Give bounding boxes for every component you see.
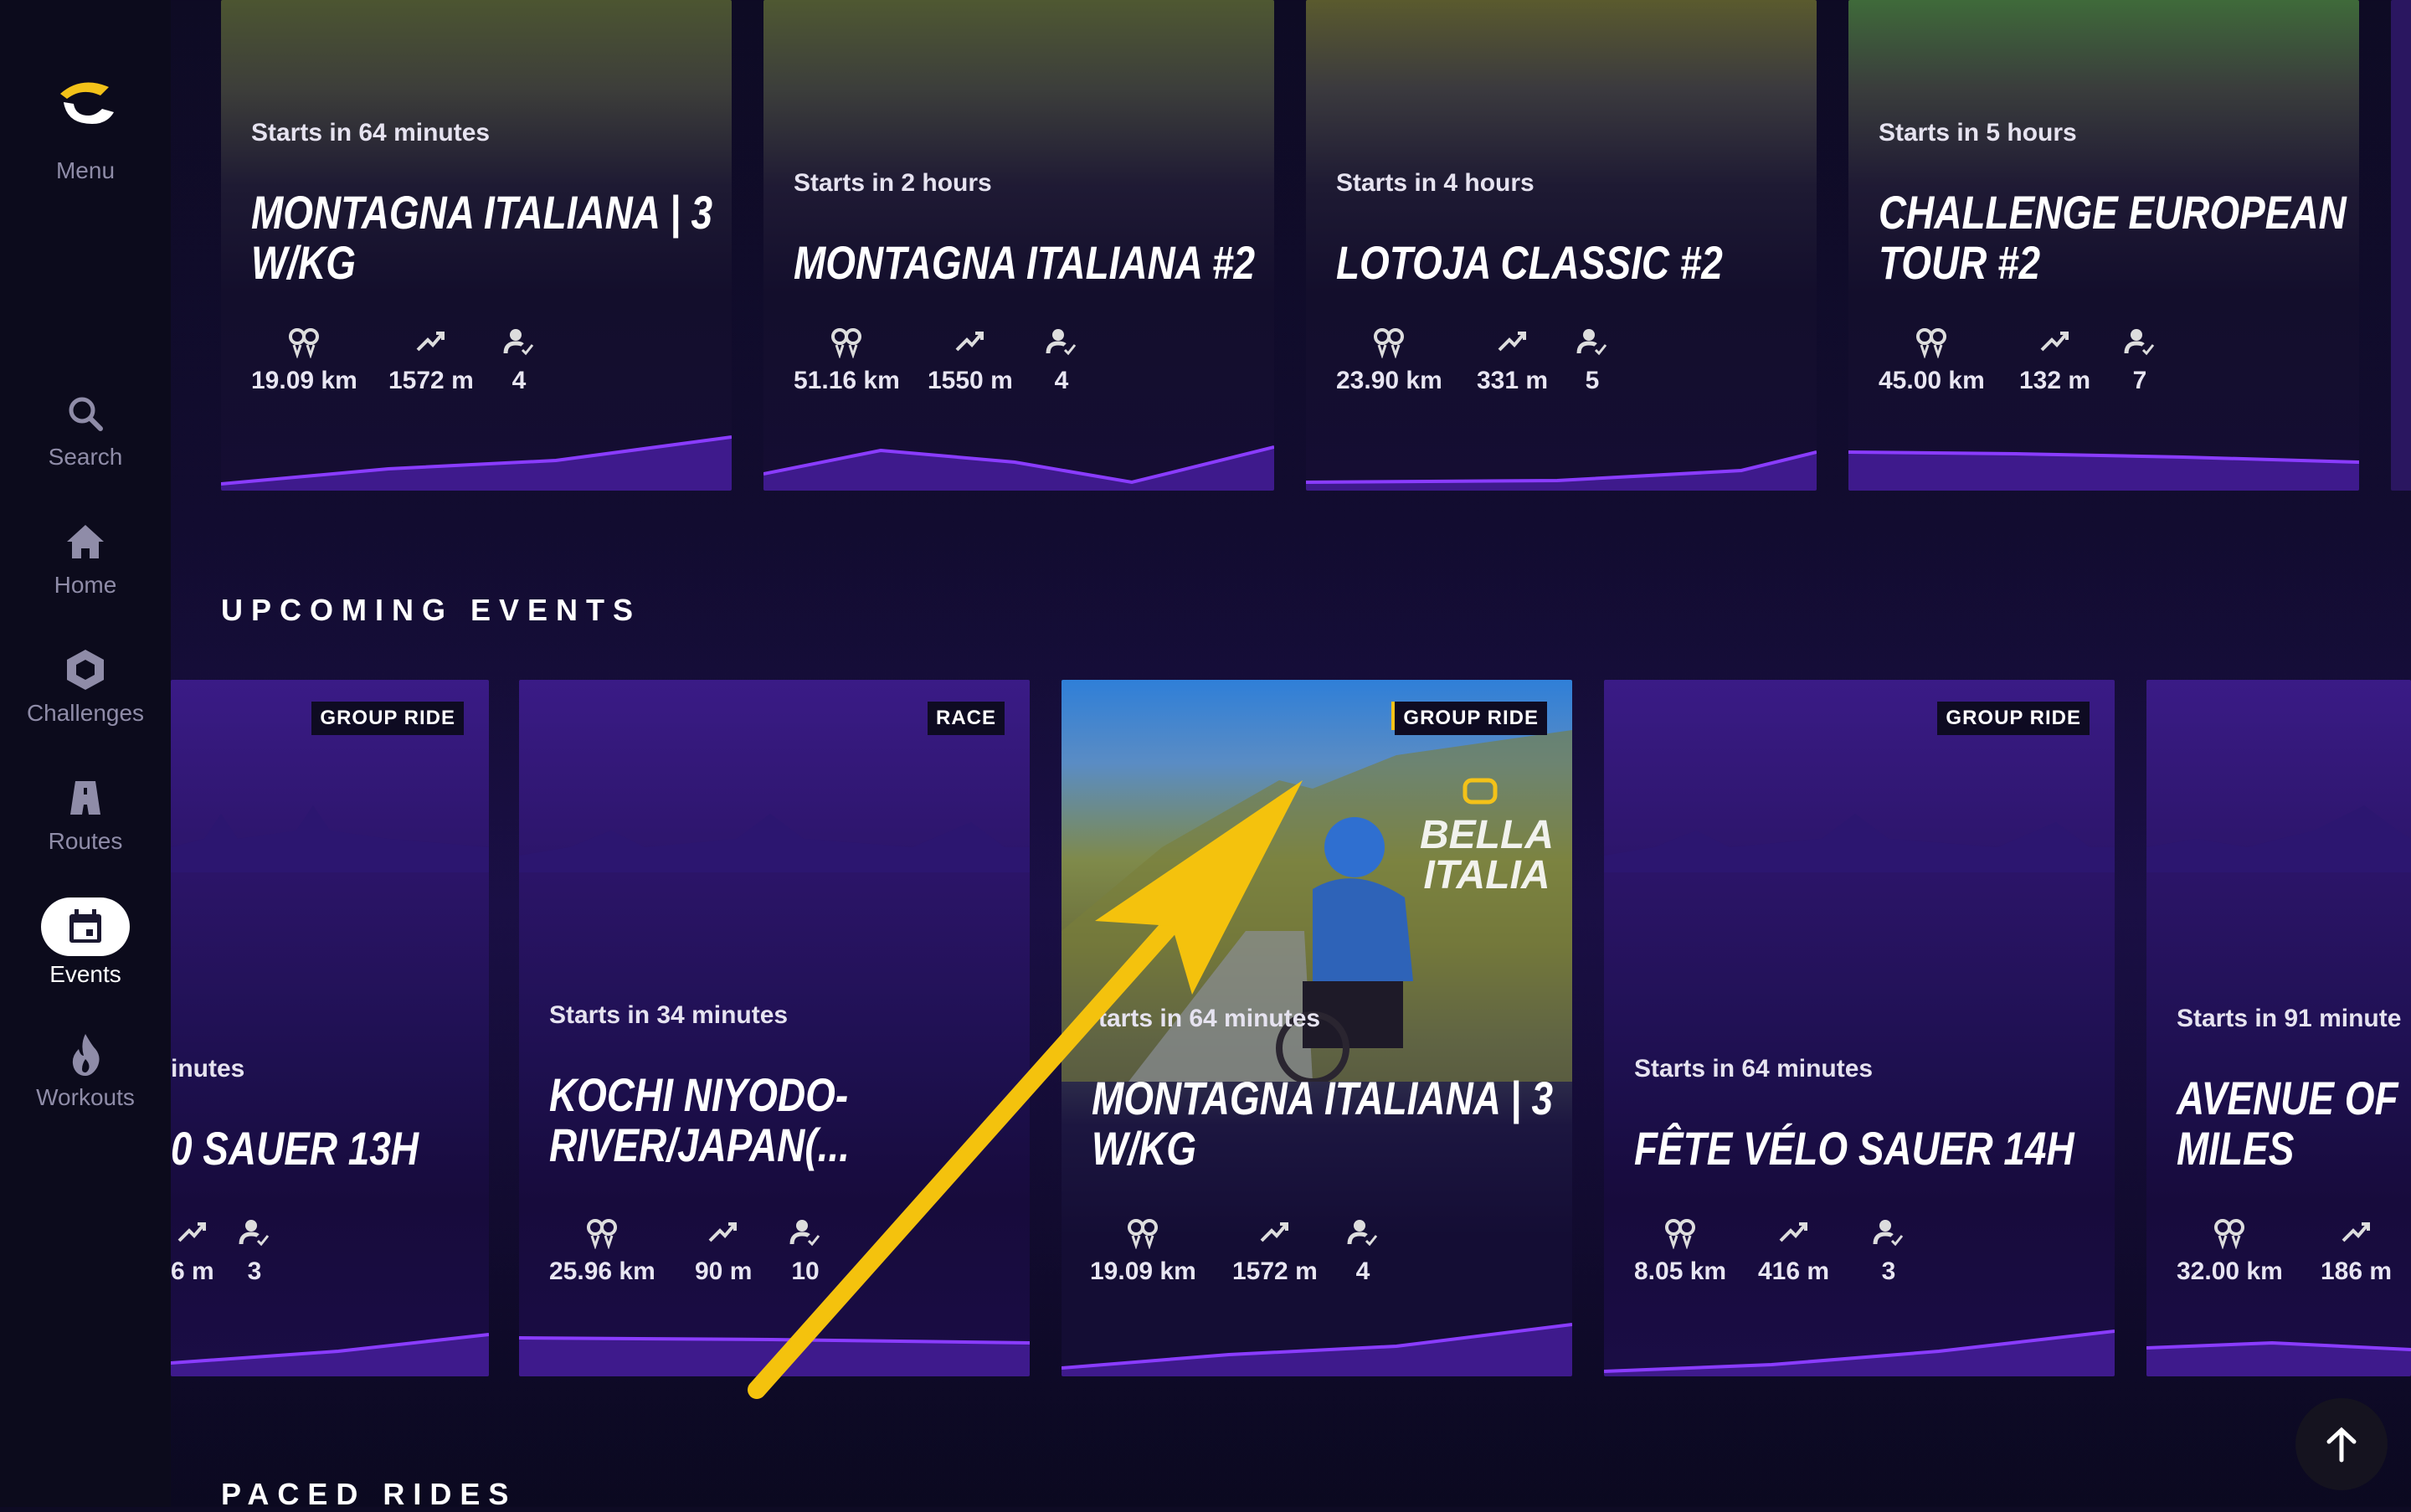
scroll-to-top-button[interactable]: [2295, 1398, 2388, 1490]
arrow-up-icon: [2326, 1427, 2357, 1463]
annotation-arrow: [748, 780, 1303, 1399]
